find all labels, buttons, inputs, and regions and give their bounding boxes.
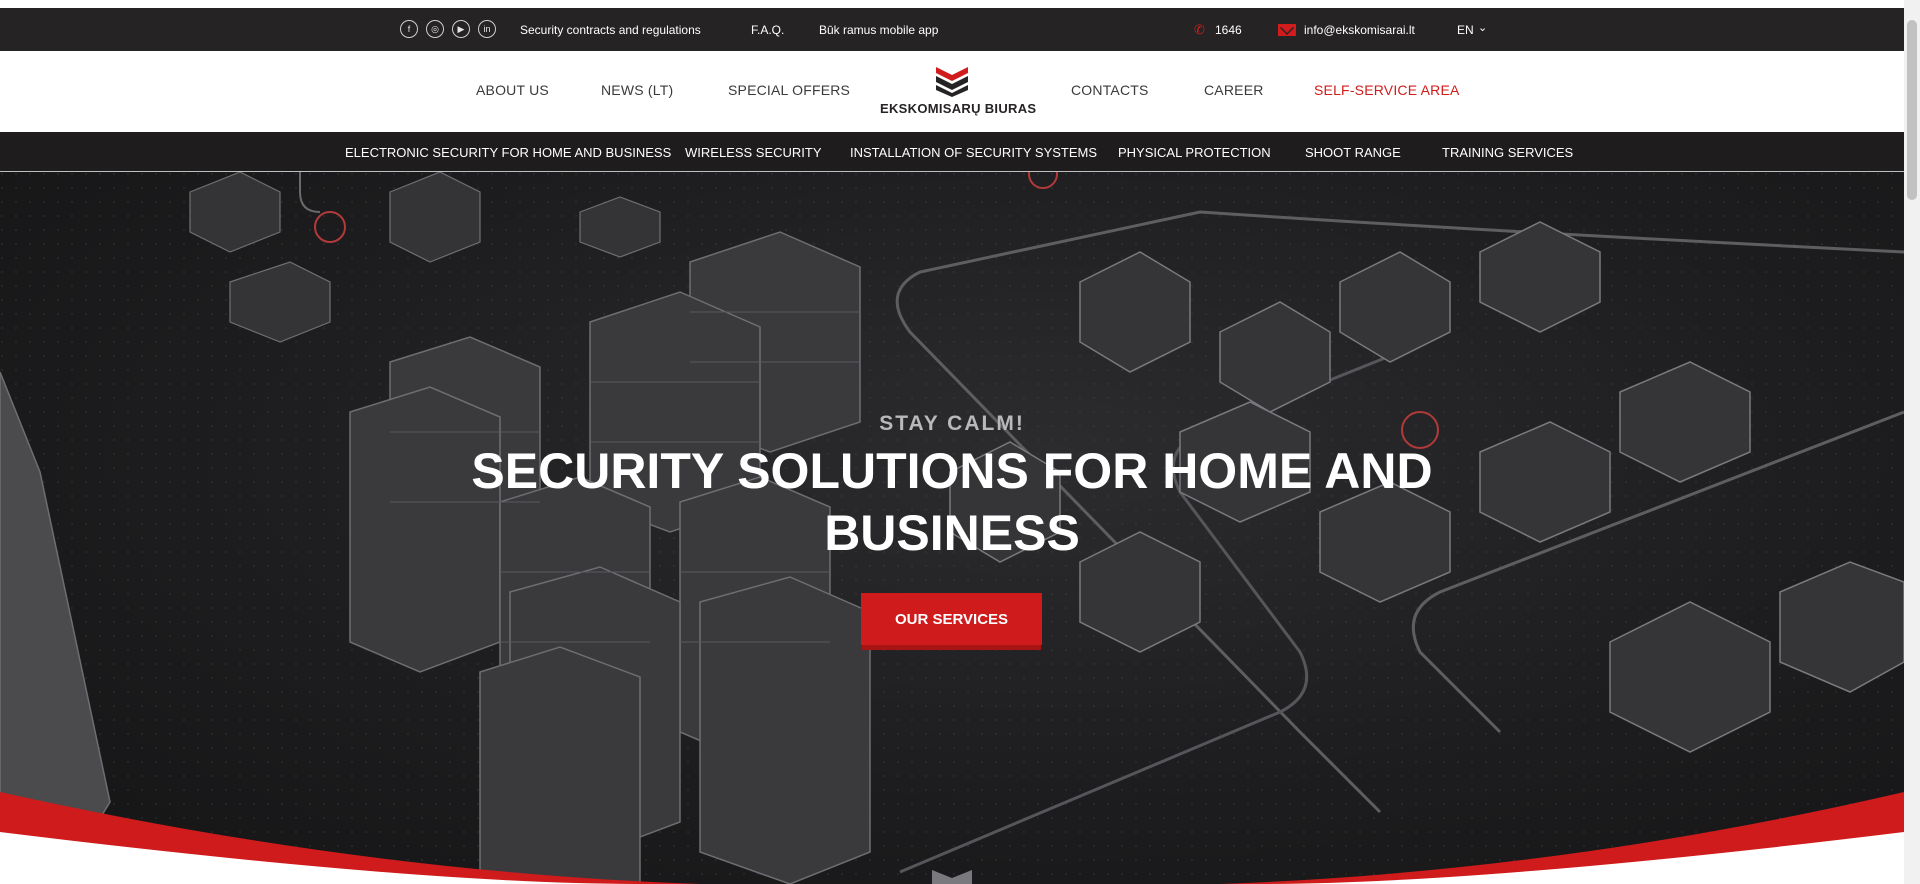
linkedin-icon[interactable]: in [478, 20, 496, 38]
facebook-icon[interactable]: f [400, 20, 418, 38]
security-contracts-link[interactable]: Security contracts and regulations [520, 23, 701, 37]
subnav-physical-protection[interactable]: PHYSICAL PROTECTION [1118, 145, 1271, 160]
hero-eyebrow: STAY CALM! [879, 412, 1025, 435]
nav-self-service[interactable]: SELF-SERVICE AREA [1314, 82, 1460, 98]
main-navigation: ABOUT US NEWS (LT) SPECIAL OFFERS EKSKOM… [0, 51, 1904, 132]
nav-contacts[interactable]: CONTACTS [1071, 82, 1149, 98]
mobile-app-link[interactable]: Būk ramus mobile app [819, 23, 938, 37]
subnav-wireless-security[interactable]: WIRELESS SECURITY [685, 145, 822, 160]
service-navigation: ELECTRONIC SECURITY FOR HOME AND BUSINES… [0, 132, 1904, 172]
nav-special-offers[interactable]: SPECIAL OFFERS [728, 82, 850, 98]
social-links: f ◎ ▶ in [400, 20, 496, 38]
hero-banner: STAY CALM! SECURITY SOLUTIONS FOR HOME A… [0, 172, 1904, 884]
hero-headline: SECURITY SOLUTIONS FOR HOME AND BUSINESS [471, 443, 1433, 561]
scrollbar[interactable] [1904, 0, 1920, 884]
logo-chevrons-icon [936, 67, 968, 97]
nav-career[interactable]: CAREER [1204, 82, 1264, 98]
phone-link[interactable]: 1646 [1215, 23, 1242, 37]
language-selector[interactable]: EN [1457, 23, 1474, 37]
phone-icon: ✆ [1194, 22, 1205, 37]
subnav-installation[interactable]: INSTALLATION OF SECURITY SYSTEMS [850, 145, 1097, 160]
logo[interactable]: EKSKOMISARŲ BIURAS [880, 63, 1037, 125]
instagram-icon[interactable]: ◎ [426, 20, 444, 38]
top-bar: f ◎ ▶ in Security contracts and regulati… [0, 8, 1904, 51]
youtube-icon[interactable]: ▶ [452, 20, 470, 38]
faq-link[interactable]: F.A.Q. [751, 23, 784, 37]
mail-icon [1278, 24, 1296, 36]
nav-news[interactable]: NEWS (LT) [601, 82, 673, 98]
scrollbar-thumb[interactable] [1907, 20, 1917, 200]
logo-text: EKSKOMISARŲ BIURAS [880, 101, 1037, 116]
email-link[interactable]: info@ekskomisarai.lt [1304, 23, 1415, 37]
chevron-down-icon[interactable]: ⌄ [1478, 21, 1487, 34]
nav-about-us[interactable]: ABOUT US [476, 82, 549, 98]
subnav-training[interactable]: TRAINING SERVICES [1442, 145, 1573, 160]
subnav-electronic-security[interactable]: ELECTRONIC SECURITY FOR HOME AND BUSINES… [345, 145, 671, 160]
subnav-shoot-range[interactable]: SHOOT RANGE [1305, 145, 1401, 160]
our-services-button[interactable]: OUR SERVICES [861, 593, 1042, 645]
